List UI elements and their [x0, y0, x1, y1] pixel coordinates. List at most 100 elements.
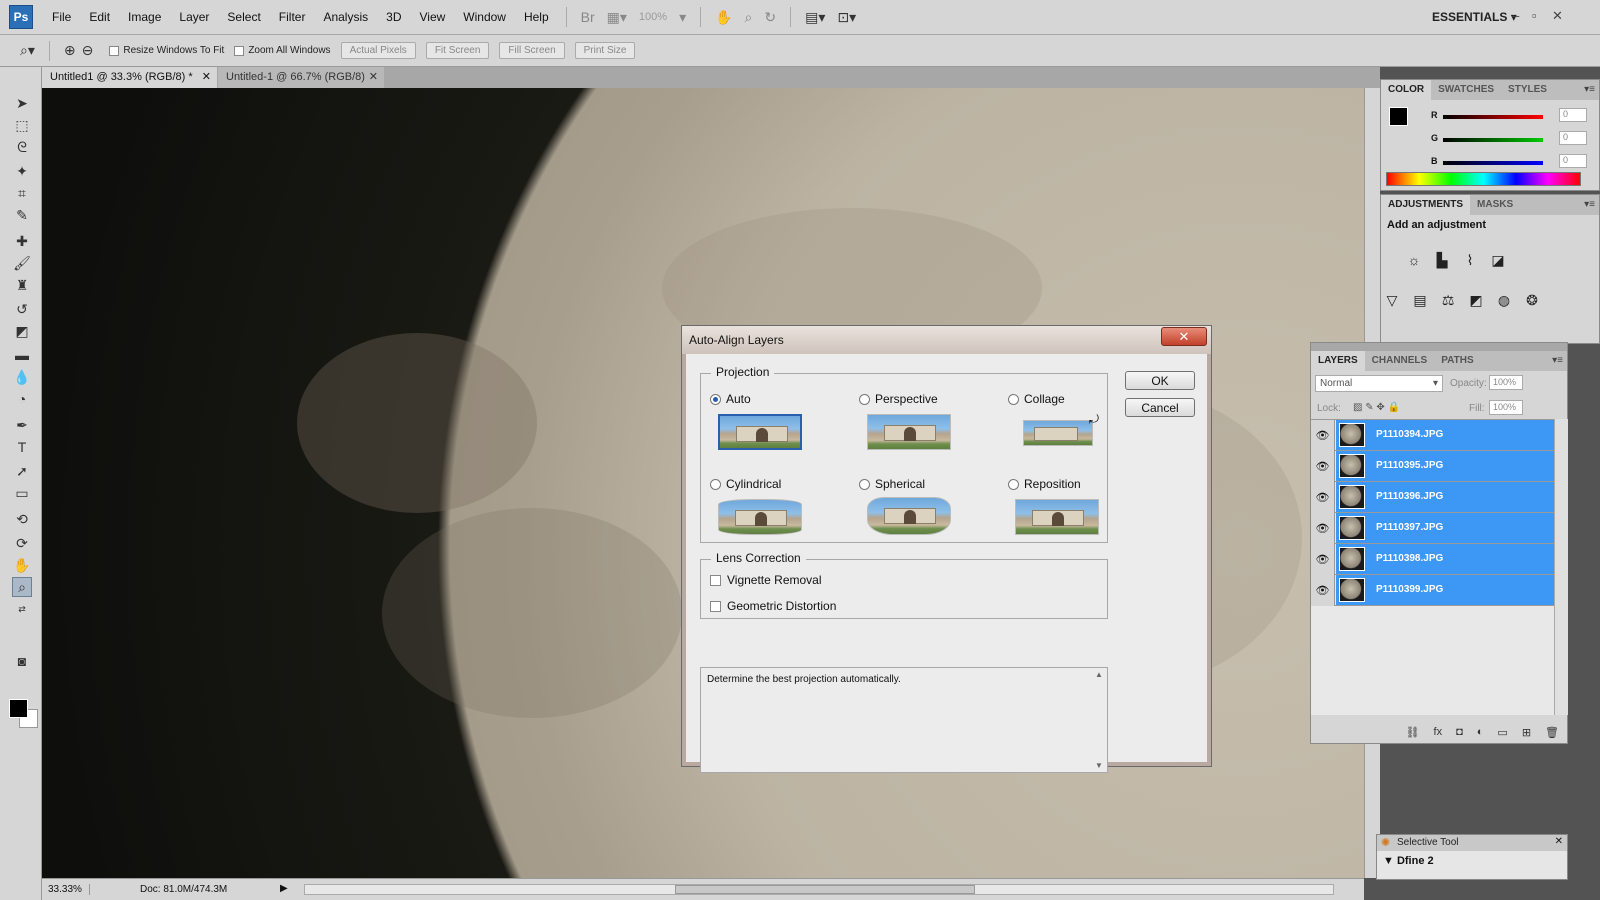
zoom-all-windows-checkbox[interactable]: Zoom All Windows [234, 45, 331, 56]
checkbox-box[interactable] [234, 45, 245, 56]
path-selection-tool-icon[interactable]: ➚ [12, 461, 32, 481]
layer-row[interactable]: 👁 P1110398.JPG [1311, 544, 1554, 575]
crop-tool-icon[interactable]: ⌗ [12, 183, 32, 203]
radio-cylindrical[interactable]: Cylindrical [710, 477, 781, 491]
menu-image[interactable]: Image [119, 10, 170, 24]
layers-scrollbar[interactable] [1554, 419, 1568, 715]
layer-item[interactable]: P1110395.JPG [1336, 451, 1554, 481]
menu-edit[interactable]: Edit [80, 10, 119, 24]
link-layers-icon[interactable]: ⛓ [1406, 726, 1420, 739]
tab-masks[interactable]: MASKS [1470, 195, 1520, 215]
new-group-icon[interactable]: ▭ [1497, 726, 1507, 739]
cancel-button[interactable]: Cancel [1125, 398, 1195, 417]
tab-channels[interactable]: CHANNELS [1365, 351, 1435, 371]
checkbox-box[interactable] [710, 574, 721, 586]
vignette-removal-checkbox[interactable]: Vignette Removal [710, 573, 822, 587]
layers-panel-header[interactable] [1311, 343, 1567, 351]
rotate-view-icon[interactable]: ↻ [758, 9, 782, 26]
fill-screen-button[interactable]: Fill Screen [499, 42, 565, 59]
type-tool-icon[interactable]: T [12, 437, 32, 457]
radio-button[interactable] [859, 393, 870, 405]
hand-tool-icon[interactable]: ✋ [709, 9, 738, 26]
zoom-tool-icon[interactable]: ⌕ [739, 9, 759, 26]
brush-tool-icon[interactable]: 🖌 [12, 253, 32, 273]
zoom-out-icon[interactable]: ⊖ [82, 42, 100, 59]
geometric-distortion-checkbox[interactable]: Geometric Distortion [710, 599, 836, 613]
workspace-switcher[interactable]: ESSENTIALS ▾ [1432, 10, 1517, 24]
panel-menu-icon[interactable]: ▾≡ [1584, 199, 1595, 210]
levels-icon[interactable]: ▙ [1431, 249, 1453, 271]
eye-icon[interactable]: 👁 [1311, 544, 1335, 575]
blue-slider[interactable]: B 0 [1431, 154, 1591, 172]
move-tool-icon[interactable]: ➤ [12, 93, 32, 113]
close-icon[interactable]: ✕ [1552, 8, 1563, 24]
menu-file[interactable]: File [43, 10, 80, 24]
black-white-icon[interactable]: ◩ [1465, 289, 1487, 311]
blue-track[interactable] [1443, 161, 1543, 165]
layer-row[interactable]: 👁 P1110394.JPG [1311, 420, 1554, 451]
checkbox-box[interactable] [109, 45, 120, 56]
green-value[interactable]: 0 [1559, 131, 1587, 145]
magic-wand-tool-icon[interactable]: ✦ [12, 161, 32, 181]
layer-item[interactable]: P1110394.JPG [1336, 420, 1554, 450]
channel-mixer-icon[interactable]: ❂ [1521, 289, 1543, 311]
vibrance-icon[interactable]: ▽ [1381, 289, 1403, 311]
layer-item[interactable]: P1110398.JPG [1336, 544, 1554, 574]
eyedropper-tool-icon[interactable]: ✎ [12, 205, 32, 225]
description-scrollbar[interactable]: ▲ ▼ [1091, 668, 1107, 772]
bridge-icon[interactable]: Br [575, 9, 601, 25]
arrange-documents-icon[interactable]: ▤▾ [799, 9, 831, 26]
resize-windows-checkbox[interactable]: Resize Windows To Fit [109, 45, 224, 56]
foreground-color-swatch[interactable] [9, 699, 28, 718]
hand-tool-icon[interactable]: ✋ [12, 555, 32, 575]
auto-projection-preview[interactable] [718, 414, 802, 450]
radio-spherical[interactable]: Spherical [859, 477, 925, 491]
add-mask-icon[interactable]: ◘ [1456, 726, 1463, 738]
layer-row[interactable]: 👁 P1110397.JPG [1311, 513, 1554, 544]
dfine-item[interactable]: ▼ Dfine 2 [1383, 855, 1434, 867]
history-brush-tool-icon[interactable]: ↺ [12, 299, 32, 319]
fill-input[interactable]: 100% [1489, 400, 1523, 415]
color-balance-icon[interactable]: ⚖ [1437, 289, 1459, 311]
color-spectrum-bar[interactable] [1386, 172, 1581, 186]
marquee-tool-icon[interactable]: ⬚ [12, 115, 32, 135]
healing-brush-tool-icon[interactable]: ✚ [12, 231, 32, 251]
perspective-projection-preview[interactable] [867, 414, 951, 450]
green-track[interactable] [1443, 138, 1543, 142]
red-slider[interactable]: R 0 [1431, 108, 1591, 126]
dodge-tool-icon[interactable]: ◔ [12, 389, 32, 409]
swap-colors-icon[interactable]: ⇄ [12, 599, 32, 619]
layer-item[interactable]: P1110397.JPG [1336, 513, 1554, 543]
close-tab-icon[interactable]: ✕ [369, 70, 378, 83]
hue-saturation-icon[interactable]: ▤ [1409, 289, 1431, 311]
actual-pixels-button[interactable]: Actual Pixels [340, 42, 416, 59]
ok-button[interactable]: OK [1125, 371, 1195, 390]
layer-item[interactable]: P1110396.JPG [1336, 482, 1554, 512]
close-icon[interactable]: ✕ [1555, 836, 1563, 847]
new-layer-icon[interactable]: ⊞ [1522, 726, 1531, 739]
radio-button[interactable] [1008, 393, 1019, 405]
panel-menu-icon[interactable]: ▾≡ [1584, 84, 1595, 95]
eye-icon[interactable]: 👁 [1311, 482, 1335, 513]
tab-color[interactable]: COLOR [1381, 80, 1432, 100]
curves-icon[interactable]: ⌇ [1459, 249, 1481, 271]
layer-row[interactable]: 👁 P1110399.JPG [1311, 575, 1554, 606]
radio-button[interactable] [859, 478, 870, 490]
radio-button[interactable] [710, 478, 721, 490]
zoom-percentage[interactable]: 33.33% [42, 884, 90, 895]
zoom-in-icon[interactable]: ⊕ [58, 42, 82, 59]
blue-value[interactable]: 0 [1559, 154, 1587, 168]
scrollbar-thumb[interactable] [675, 885, 975, 894]
lasso-tool-icon[interactable]: ᘓ [12, 137, 32, 157]
menu-select[interactable]: Select [218, 10, 269, 24]
tab-untitled-1[interactable]: Untitled-1 @ 66.7% (RGB/8) ✕ [218, 67, 384, 88]
shape-tool-icon[interactable]: ▭ [12, 483, 32, 503]
status-menu-arrow-icon[interactable]: ▶ [280, 883, 288, 894]
tab-paths[interactable]: PATHS [1434, 351, 1480, 371]
radio-button[interactable] [710, 393, 721, 405]
menu-view[interactable]: View [410, 10, 454, 24]
trash-icon[interactable]: 🗑 [1545, 726, 1559, 739]
gradient-tool-icon[interactable]: ▬ [12, 345, 32, 365]
foreground-color-swatch[interactable] [1389, 107, 1408, 126]
tab-layers[interactable]: LAYERS [1311, 351, 1365, 371]
